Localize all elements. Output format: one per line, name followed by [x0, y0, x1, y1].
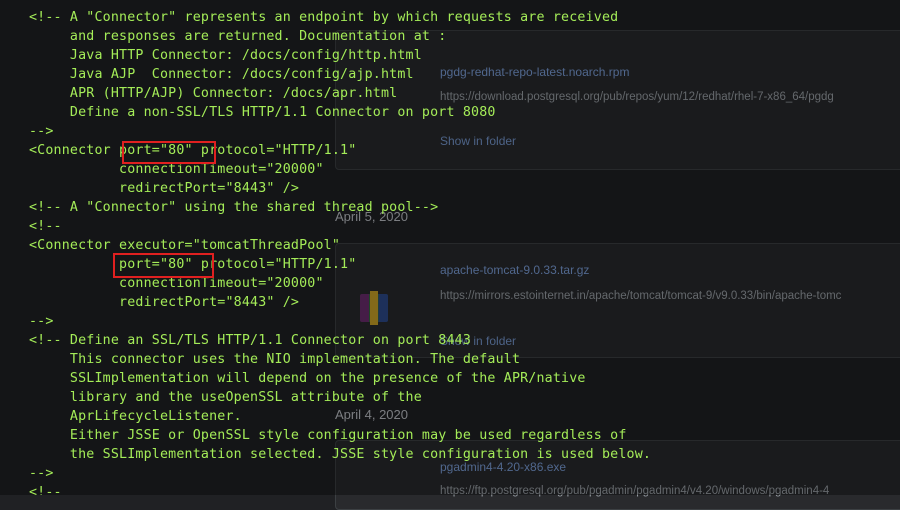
code-line: Either JSSE or OpenSSL style configurati… — [29, 428, 627, 443]
code-line: redirectPort="8443" /> — [29, 295, 300, 310]
code-line: library and the useOpenSSL attribute of … — [29, 390, 422, 405]
code-line: Java AJP Connector: /docs/config/ajp.htm… — [29, 67, 414, 82]
code-line: AprLifecycleListener. — [29, 409, 242, 424]
port-80-highlight-box — [113, 253, 214, 278]
code-line: This connector uses the NIO implementati… — [29, 352, 521, 367]
code-line: and responses are returned. Documentatio… — [29, 29, 447, 44]
code-line: <!-- — [29, 485, 62, 495]
code-line: Java HTTP Connector: /docs/config/http.h… — [29, 48, 422, 63]
code-line: redirectPort="8443" /> — [29, 181, 300, 196]
port-80-highlight-box — [122, 141, 216, 164]
code-line: <!-- Define an SSL/TLS HTTP/1.1 Connecto… — [29, 333, 472, 348]
code-line: --> — [29, 314, 54, 329]
code-line: <!-- A "Connector" using the shared thre… — [29, 200, 439, 215]
code-line: --> — [29, 124, 54, 139]
code-line: the SSLImplementation selected. JSSE sty… — [29, 447, 652, 462]
code-line: APR (HTTP/AJP) Connector: /docs/apr.html — [29, 86, 398, 101]
code-overlay: <!-- A "Connector" represents an endpoin… — [0, 0, 900, 495]
code-line: SSLImplementation will depend on the pre… — [29, 371, 586, 386]
code-line: <!-- A "Connector" represents an endpoin… — [29, 10, 619, 25]
code-line: <!-- — [29, 219, 62, 234]
code-line: Define a non-SSL/TLS HTTP/1.1 Connector … — [29, 105, 496, 120]
code-line: --> — [29, 466, 54, 481]
